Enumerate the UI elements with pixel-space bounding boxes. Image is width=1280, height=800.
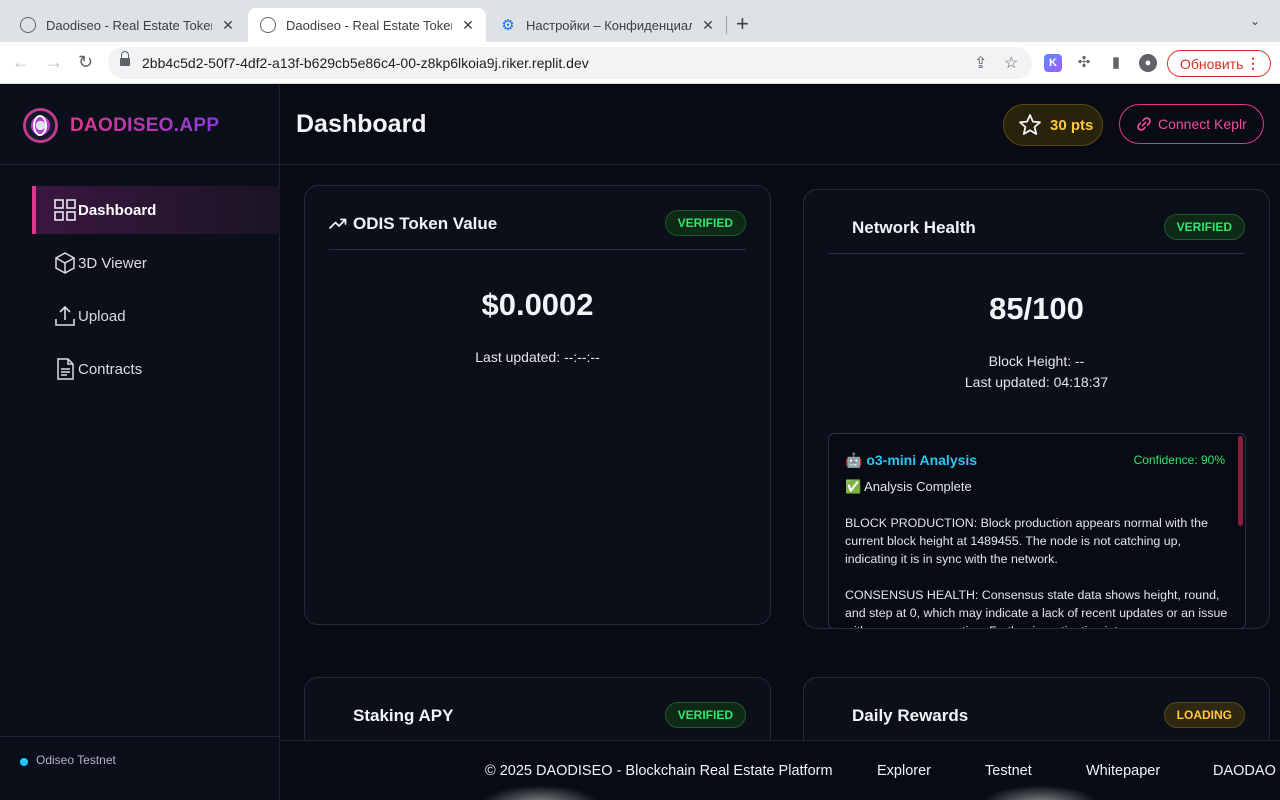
analysis-status: ✅ Analysis Complete — [845, 479, 972, 494]
footer-link-testnet[interactable]: Testnet — [985, 763, 1032, 779]
tab-divider — [726, 16, 727, 34]
card-header: Daily Rewards LOADING — [828, 700, 1245, 740]
update-button[interactable]: Обновить ⋮ — [1167, 50, 1271, 77]
status-badge: VERIFIED — [664, 210, 746, 236]
card-header: Staking APY VERIFIED — [329, 700, 746, 740]
upload-icon — [55, 305, 75, 326]
puzzle-icon[interactable]: ✣ — [1075, 54, 1093, 72]
scrollbar[interactable] — [1238, 436, 1243, 526]
sidebar-item-upload[interactable]: Upload — [32, 292, 280, 340]
share-icon[interactable]: ⇪ — [974, 53, 987, 73]
back-arrow-icon[interactable]: ← — [12, 52, 30, 72]
browser-tab-bar: Daodiseo - Real Estate Tokeniz ✕ Daodise… — [0, 0, 1280, 42]
chevron-down-icon[interactable]: ⌄ — [1250, 14, 1260, 28]
globe-icon — [260, 17, 276, 33]
card-header: ODIS Token Value VERIFIED — [329, 208, 746, 250]
trending-up-icon — [329, 218, 347, 229]
url-text[interactable]: 2bb4c5d2-50f7-4df2-a13f-b629cb5e86c4-00-… — [142, 55, 589, 71]
reload-icon[interactable]: ↻ — [78, 52, 93, 72]
grid-icon — [54, 199, 76, 221]
card-header: Network Health VERIFIED — [828, 212, 1245, 254]
keplr-extension-icon[interactable]: K — [1044, 54, 1062, 72]
page-title: Dashboard — [296, 110, 427, 138]
footer-link-whitepaper[interactable]: Whitepaper — [1086, 763, 1160, 779]
main-content: ODIS Token Value VERIFIED $0.0002 Last u… — [280, 166, 1280, 740]
gear-icon: ⚙ — [501, 17, 515, 34]
points-value: 30 pts — [1050, 116, 1094, 134]
card-title: Daily Rewards — [852, 706, 969, 725]
sidebar-item-label: Dashboard — [78, 201, 157, 219]
connect-label: Connect Keplr — [1158, 116, 1247, 132]
copyright: © 2025 DAODISEO - Blockchain Real Estate… — [485, 763, 833, 779]
health-score: 85/100 — [989, 291, 1084, 326]
last-updated: Last updated: 04:18:37 — [964, 374, 1109, 390]
sidebar-item-contracts[interactable]: Contracts — [32, 345, 280, 393]
confidence-label: Confidence: 90% — [1133, 453, 1225, 467]
side-panel-icon[interactable]: ▮ — [1107, 54, 1125, 72]
tab-title: Daodiseo - Real Estate Tokeniz — [46, 17, 212, 33]
sidebar-item-dashboard[interactable]: Dashboard — [32, 186, 280, 234]
lock-icon — [120, 51, 130, 68]
points-badge[interactable]: 30 pts — [1003, 104, 1103, 146]
kebab-menu-icon[interactable]: ⋮ — [1246, 55, 1260, 72]
footer-glow — [480, 785, 600, 800]
ai-analysis-panel[interactable]: 🤖 o3-mini Analysis Confidence: 90% ✅ Ana… — [828, 433, 1246, 628]
sidebar-item-label: Contracts — [78, 360, 143, 378]
globe-icon — [20, 17, 36, 33]
star-icon[interactable]: ☆ — [1004, 53, 1018, 73]
last-updated: Last updated: --:--:-- — [475, 349, 600, 365]
brand: DAODISEO.APP — [0, 85, 279, 165]
new-tab-button[interactable]: + — [736, 13, 749, 35]
analysis-paragraph: BLOCK PRODUCTION: Block production appea… — [845, 516, 1208, 566]
sidebar-item-3d-viewer[interactable]: 3D Viewer — [32, 239, 280, 287]
tab-title: Настройки – Конфиденциальн — [526, 17, 692, 33]
daily-rewards-card: Daily Rewards LOADING — [803, 677, 1270, 740]
card-title: Staking APY — [353, 706, 454, 725]
card-title: Network Health — [852, 218, 976, 237]
browser-tab-2[interactable]: Daodiseo - Real Estate Tokeniz ✕ — [248, 8, 486, 42]
network-health-card: Network Health VERIFIED 85/100 Block Hei… — [803, 189, 1270, 629]
analysis-title: 🤖 o3-mini Analysis — [845, 452, 978, 468]
footer-link-explorer[interactable]: Explorer — [877, 763, 931, 779]
browser-toolbar: ← → ↻ 2bb4c5d2-50f7-4df2-a13f-b629cb5e86… — [0, 42, 1280, 84]
block-height: Block Height: -- — [988, 353, 1085, 369]
footer-link-daodao[interactable]: DAODAO C — [1213, 763, 1280, 779]
status-dot — [20, 758, 28, 766]
staking-apy-card: Staking APY VERIFIED — [304, 677, 771, 740]
sidebar: DAODISEO.APP Dashboard 3D Viewer Upload … — [0, 85, 280, 800]
status-badge: VERIFIED — [664, 702, 746, 728]
profile-avatar[interactable]: ● — [1139, 54, 1157, 72]
token-value-card: ODIS Token Value VERIFIED $0.0002 Last u… — [304, 185, 771, 625]
status-badge: LOADING — [1163, 702, 1245, 728]
status-badge: VERIFIED — [1163, 214, 1245, 240]
token-price: $0.0002 — [481, 287, 594, 322]
footer: © 2025 DAODISEO - Blockchain Real Estate… — [280, 740, 1280, 800]
update-label: Обновить — [1180, 55, 1244, 72]
cube-icon — [55, 252, 75, 274]
close-icon[interactable]: ✕ — [220, 17, 236, 34]
sidebar-item-label: 3D Viewer — [78, 254, 147, 272]
card-title: ODIS Token Value — [353, 214, 498, 233]
star-icon — [1019, 114, 1041, 135]
browser-tab-3[interactable]: ⚙ Настройки – Конфиденциальн ✕ — [488, 8, 726, 42]
robot-icon: 🤖 — [845, 452, 867, 468]
sidebar-item-label: Upload — [78, 307, 126, 325]
connect-keplr-button[interactable]: Connect Keplr — [1119, 104, 1264, 144]
tab-title: Daodiseo - Real Estate Tokeniz — [286, 17, 452, 33]
document-icon — [57, 358, 74, 380]
analysis-paragraph: CONSENSUS HEALTH: Consensus state data s… — [845, 588, 1228, 628]
footer-glow — [980, 785, 1100, 800]
logo-eye-icon — [33, 115, 47, 136]
browser-tab-1[interactable]: Daodiseo - Real Estate Tokeniz ✕ — [8, 8, 246, 42]
close-icon[interactable]: ✕ — [700, 17, 716, 34]
analysis-text: BLOCK PRODUCTION: Block production appea… — [845, 514, 1235, 628]
top-header: Dashboard 30 pts Connect Keplr — [280, 85, 1280, 165]
address-bar[interactable]: 2bb4c5d2-50f7-4df2-a13f-b629cb5e86c4-00-… — [108, 47, 1032, 79]
close-icon[interactable]: ✕ — [460, 17, 476, 34]
brand-name[interactable]: DAODISEO.APP — [70, 115, 219, 137]
network-status: Odiseo Testnet — [0, 736, 279, 800]
network-label: Odiseo Testnet — [36, 753, 116, 767]
link-icon — [1137, 117, 1151, 131]
forward-arrow-icon[interactable]: → — [45, 52, 63, 72]
